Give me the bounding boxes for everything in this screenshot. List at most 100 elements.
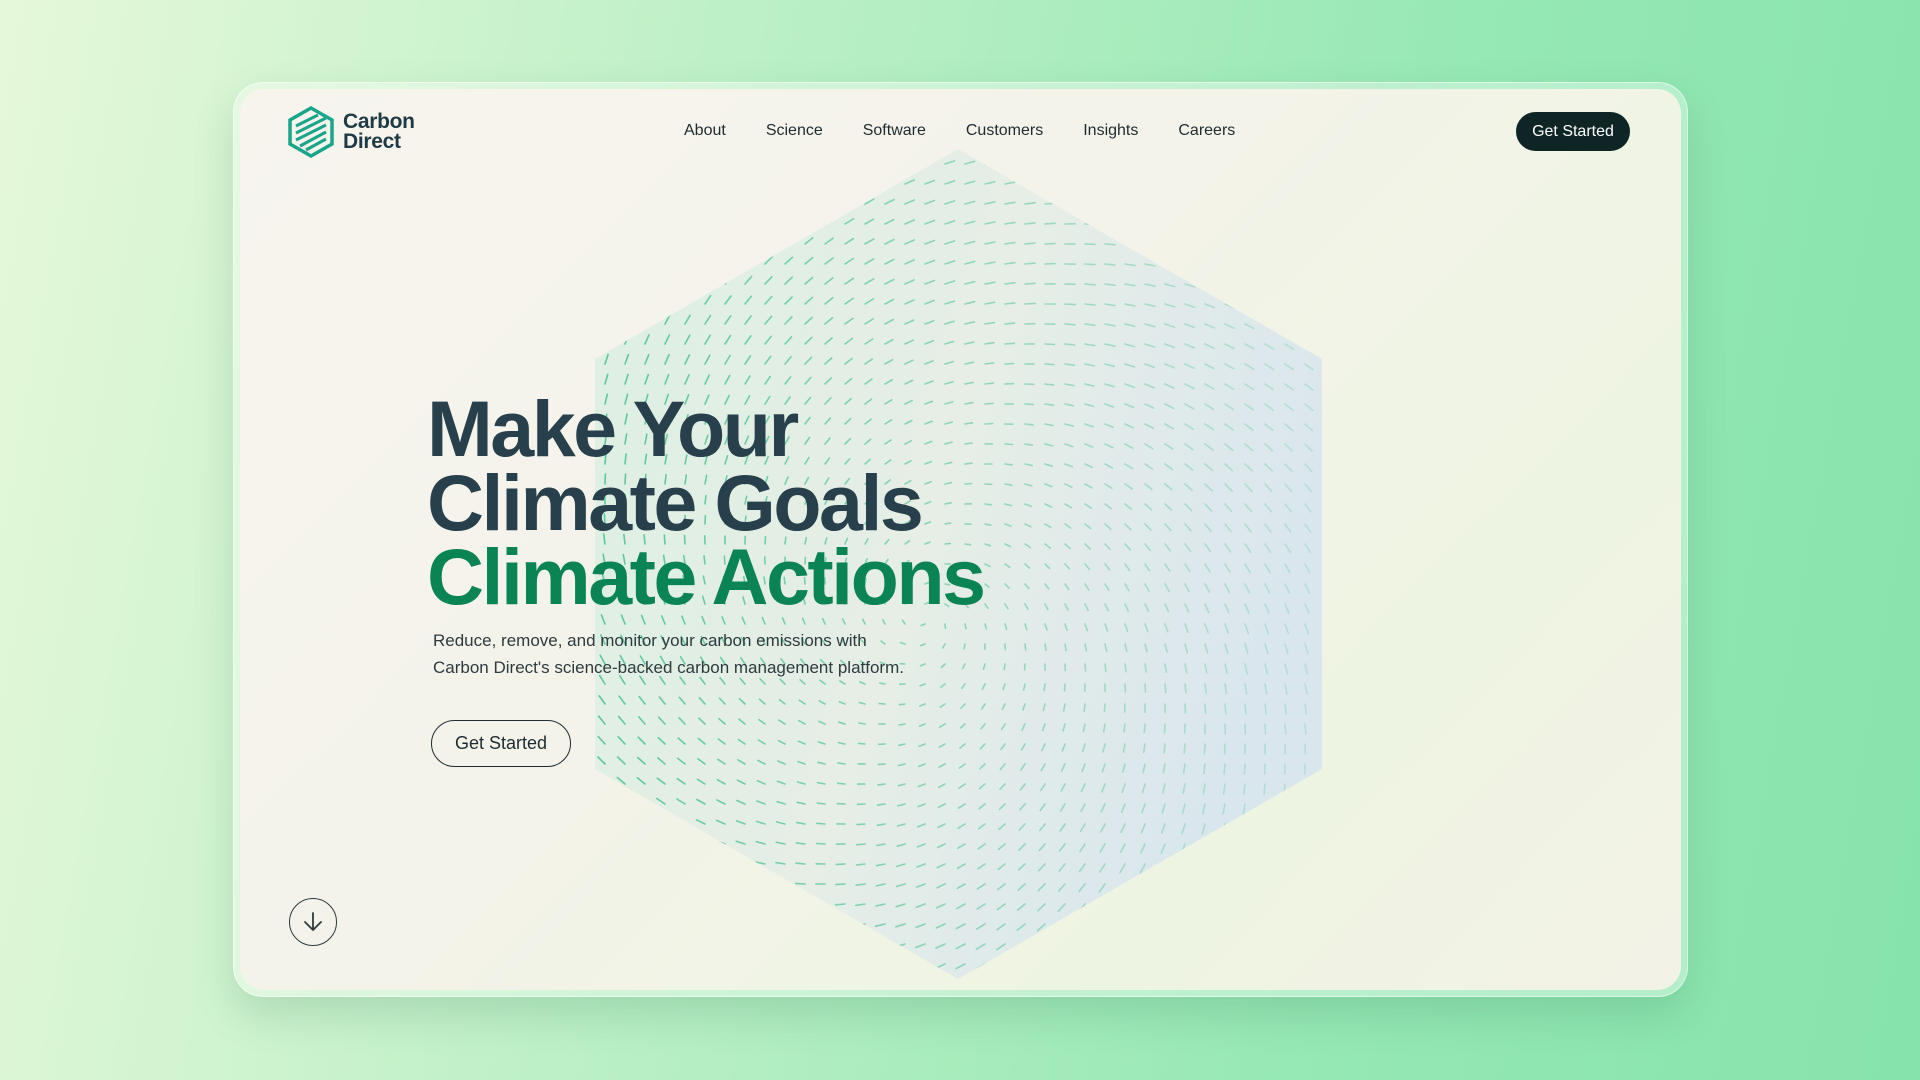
pattern-dash	[1164, 243, 1176, 247]
pattern-dash	[1104, 203, 1116, 206]
pattern-dash	[1303, 803, 1306, 815]
pattern-dash	[1199, 963, 1206, 974]
pattern-dash	[1204, 223, 1216, 228]
pattern-dash	[844, 197, 855, 205]
pattern-dash	[795, 862, 806, 865]
pattern-dash	[1204, 703, 1207, 715]
pattern-dash	[1179, 943, 1186, 954]
pattern-dash	[1303, 783, 1306, 795]
pattern-dash	[1200, 863, 1206, 875]
pattern-dash	[1043, 683, 1046, 692]
pattern-dash	[1301, 883, 1306, 895]
pattern-dash	[1244, 163, 1256, 168]
pattern-dash	[654, 940, 666, 945]
pattern-dash	[1261, 843, 1266, 855]
pattern-dash	[1244, 703, 1247, 715]
pattern-dash	[634, 919, 646, 925]
pattern-dash	[624, 155, 632, 165]
pattern-dash	[1097, 943, 1106, 953]
pattern-dash	[1124, 163, 1136, 166]
nav-item-insights[interactable]: Insights	[1083, 122, 1138, 140]
pattern-dash	[1144, 183, 1156, 186]
pattern-dash	[694, 859, 706, 865]
pattern-dash	[615, 878, 626, 885]
pattern-dash	[754, 942, 766, 945]
brand-logo[interactable]: Carbon Direct	[288, 106, 415, 158]
hero-get-started-button[interactable]: Get Started	[431, 720, 571, 767]
pattern-dash	[1219, 923, 1226, 934]
pattern-dash	[816, 822, 826, 825]
nav-item-science[interactable]: Science	[766, 122, 823, 140]
pattern-dash	[856, 823, 866, 826]
pattern-dash	[874, 963, 886, 968]
pattern-dash	[1158, 923, 1166, 934]
pattern-dash	[1057, 923, 1066, 932]
pattern-dash	[654, 960, 666, 965]
nav-item-about[interactable]: About	[684, 122, 726, 140]
pattern-dash	[1098, 903, 1106, 913]
pattern-dash	[1164, 163, 1176, 167]
pattern-dash	[1280, 923, 1286, 935]
pattern-dash	[734, 961, 746, 965]
brand-line-2: Direct	[343, 130, 401, 153]
pattern-dash	[837, 762, 846, 765]
pattern-dash	[744, 196, 753, 205]
pattern-dash	[1036, 963, 1046, 972]
pattern-dash	[644, 175, 652, 185]
pattern-dash	[634, 899, 646, 905]
pattern-dash	[804, 217, 814, 225]
pattern-dash	[1280, 963, 1286, 975]
pattern-dash	[1264, 183, 1276, 188]
header-get-started-button[interactable]: Get Started	[1516, 112, 1630, 151]
pattern-dash	[1244, 203, 1256, 208]
pattern-dash	[1036, 943, 1046, 952]
pattern-dash	[1124, 223, 1136, 226]
pattern-dash	[694, 879, 706, 885]
pattern-dash	[744, 156, 754, 165]
pattern-dash	[1077, 923, 1086, 933]
pattern-dash	[714, 900, 726, 905]
pattern-dash	[704, 235, 713, 245]
pattern-dash	[1084, 263, 1096, 266]
pattern-dash	[878, 682, 886, 685]
hero-title-line-2: Climate Goals	[427, 458, 924, 547]
pattern-dash	[1179, 923, 1186, 934]
pattern-dash	[1104, 223, 1116, 226]
pattern-dash	[1244, 723, 1247, 735]
pattern-dash	[1259, 963, 1266, 974]
pattern-dash	[1284, 223, 1296, 229]
pattern-dash	[604, 313, 610, 325]
pattern-dash	[1284, 163, 1296, 168]
pattern-dash	[1204, 163, 1216, 167]
pattern-dash	[1164, 183, 1176, 187]
pattern-dash	[1304, 283, 1315, 290]
pattern-dash	[1302, 863, 1306, 875]
pattern-dash	[1243, 763, 1246, 775]
pattern-dash	[644, 314, 651, 325]
pattern-dash	[664, 175, 672, 185]
scroll-down-button[interactable]	[289, 898, 337, 946]
pattern-dash	[1200, 883, 1206, 895]
pattern-dash	[1184, 223, 1196, 227]
pattern-dash	[876, 803, 886, 806]
pattern-dash	[1056, 943, 1066, 952]
pattern-dash	[684, 215, 692, 225]
nav-item-careers[interactable]: Careers	[1178, 122, 1235, 140]
pattern-dash	[1283, 803, 1286, 815]
pattern-dash	[714, 941, 726, 945]
pattern-dash	[1304, 243, 1315, 249]
pattern-dash	[644, 234, 652, 245]
pattern-dash	[635, 817, 646, 825]
pattern-dash	[877, 763, 886, 766]
nav-item-customers[interactable]: Customers	[966, 122, 1043, 140]
pattern-dash	[1024, 161, 1036, 165]
pattern-dash	[894, 963, 906, 968]
nav-item-software[interactable]: Software	[863, 122, 926, 140]
pattern-dash	[664, 195, 672, 205]
pattern-dash	[855, 843, 866, 846]
pattern-dash	[1264, 163, 1276, 168]
pattern-dash	[834, 903, 846, 906]
pattern-dash	[794, 882, 806, 885]
pattern-dash	[1178, 963, 1186, 974]
pattern-dash	[684, 175, 693, 185]
